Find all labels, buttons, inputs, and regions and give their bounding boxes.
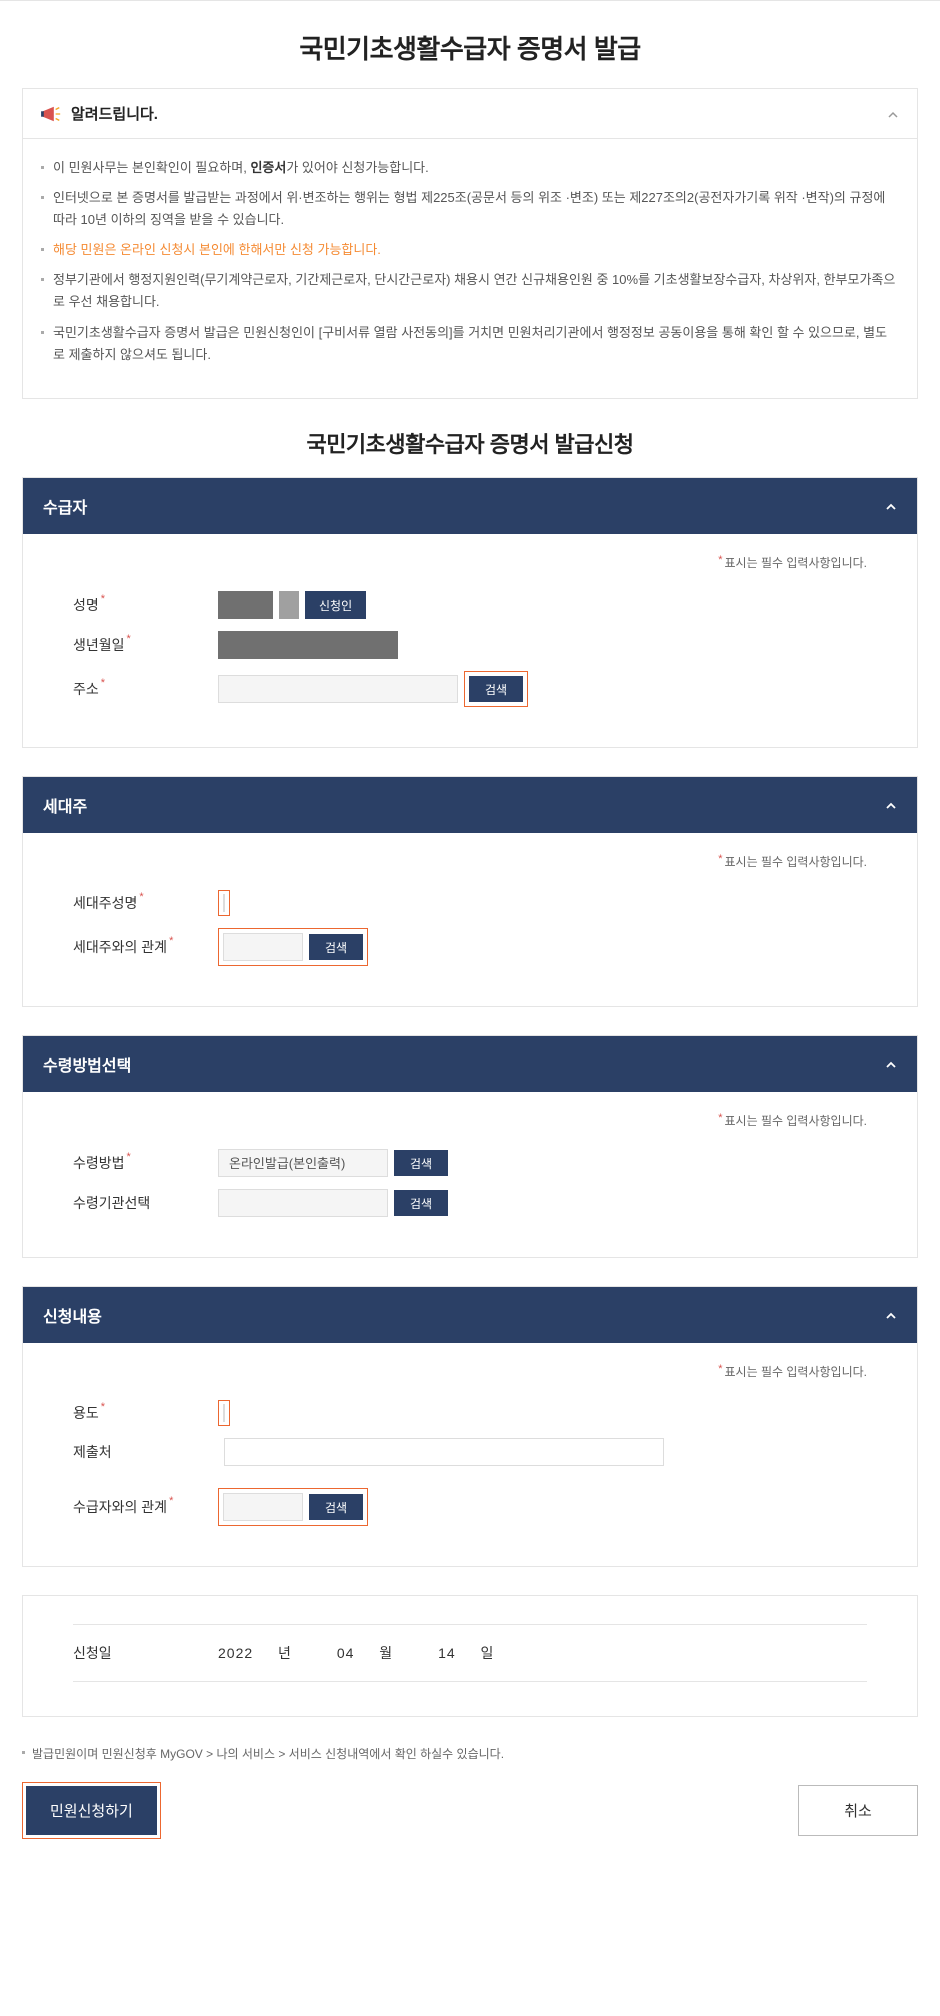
- section-receive: 수령방법선택 *표시는 필수 입력사항입니다. 수령방법* 온라인발급(본인출력…: [22, 1035, 918, 1258]
- section-title: 수급자: [43, 494, 885, 518]
- chevron-up-icon: [885, 799, 897, 811]
- label-receive-org: 수령기관선택: [73, 1193, 218, 1213]
- notice-title: 알려드립니다.: [71, 103, 887, 124]
- required-note: *표시는 필수 입력사항입니다.: [73, 853, 867, 870]
- sub-title: 국민기초생활수급자 증명서 발급신청: [0, 419, 940, 477]
- masked-value: [218, 591, 273, 619]
- section-header-receive[interactable]: 수령방법선택: [23, 1036, 917, 1092]
- submit-button[interactable]: 민원신청하기: [26, 1786, 157, 1835]
- required-note: *표시는 필수 입력사항입니다.: [73, 1363, 867, 1380]
- address-input[interactable]: [218, 675, 458, 703]
- section-header-recipient[interactable]: 수급자: [23, 478, 917, 534]
- label-birth: 생년월일*: [73, 635, 218, 655]
- notice-body: 이 민원사무는 본인확인이 필요하며, 인증서가 있어야 신청가능합니다. 인터…: [23, 139, 917, 398]
- head-name-input[interactable]: [223, 894, 225, 912]
- section-header-apply[interactable]: 신청내용: [23, 1287, 917, 1343]
- chevron-up-icon: [885, 1058, 897, 1070]
- section-household: 세대주 *표시는 필수 입력사항입니다. 세대주성명* 세대주와의 관계* 검색: [22, 776, 918, 1007]
- notice-item: 인터넷으로 본 증명서를 발급받는 과정에서 위·변조하는 행위는 형법 제22…: [41, 187, 899, 231]
- section-title: 신청내용: [43, 1303, 885, 1327]
- recipient-relation-search-button[interactable]: 검색: [309, 1494, 363, 1520]
- relation-search-button[interactable]: 검색: [309, 934, 363, 960]
- label-head-relation: 세대주와의 관계*: [73, 937, 218, 957]
- chevron-up-icon: [885, 500, 897, 512]
- head-relation-input[interactable]: [223, 933, 303, 961]
- megaphone-icon: [41, 104, 63, 124]
- notice-item-highlight: 해당 민원은 온라인 신청시 본인에 한해서만 신청 가능합니다.: [41, 239, 899, 261]
- date-panel: 신청일 2022 년 04 월 14 일: [22, 1595, 918, 1717]
- required-note: *표시는 필수 입력사항입니다.: [73, 554, 867, 571]
- notice-item: 정부기관에서 행정지원인력(무기계약근로자, 기간제근로자, 단시간근로자) 채…: [41, 269, 899, 313]
- masked-value: [218, 631, 398, 659]
- label-submit-to: 제출처: [73, 1442, 218, 1462]
- footer-note: 발급민원이며 민원신청후 MyGOV > 나의 서비스 > 서비스 신청내역에서…: [22, 1745, 918, 1762]
- notice-item: 이 민원사무는 본인확인이 필요하며, 인증서가 있어야 신청가능합니다.: [41, 157, 899, 179]
- section-title: 세대주: [43, 793, 885, 817]
- method-search-button[interactable]: 검색: [394, 1150, 448, 1176]
- button-row: 민원신청하기 취소: [22, 1782, 918, 1839]
- label-recipient-relation: 수급자와의 관계*: [73, 1497, 218, 1517]
- label-receive-method: 수령방법*: [73, 1153, 218, 1173]
- label-purpose: 용도*: [73, 1403, 218, 1423]
- label-name: 성명*: [73, 595, 218, 615]
- section-header-household[interactable]: 세대주: [23, 777, 917, 833]
- address-search-button[interactable]: 검색: [469, 676, 523, 702]
- required-note: *표시는 필수 입력사항입니다.: [73, 1112, 867, 1129]
- section-apply: 신청내용 *표시는 필수 입력사항입니다. 용도* 제출처 수급자와의 관계*: [22, 1286, 918, 1567]
- notice-panel: 알려드립니다. 이 민원사무는 본인확인이 필요하며, 인증서가 있어야 신청가…: [22, 88, 918, 399]
- masked-value: [279, 591, 299, 619]
- section-recipient: 수급자 *표시는 필수 입력사항입니다. 성명* 신청인 생년월일* 주소*: [22, 477, 918, 748]
- page-title: 국민기초생활수급자 증명서 발급: [0, 1, 940, 88]
- applicant-button[interactable]: 신청인: [305, 591, 366, 619]
- cancel-button[interactable]: 취소: [798, 1785, 918, 1836]
- receive-method-value: 온라인발급(본인출력): [218, 1149, 388, 1177]
- label-address: 주소*: [73, 679, 218, 699]
- notice-header[interactable]: 알려드립니다.: [23, 89, 917, 139]
- chevron-up-icon: [887, 108, 899, 120]
- section-title: 수령방법선택: [43, 1052, 885, 1076]
- org-search-button[interactable]: 검색: [394, 1190, 448, 1216]
- label-apply-date: 신청일: [73, 1643, 218, 1663]
- purpose-input[interactable]: [223, 1404, 225, 1422]
- receive-org-input[interactable]: [218, 1189, 388, 1217]
- label-head-name: 세대주성명*: [73, 893, 218, 913]
- chevron-up-icon: [885, 1309, 897, 1321]
- recipient-relation-input[interactable]: [223, 1493, 303, 1521]
- notice-item: 국민기초생활수급자 증명서 발급은 민원신청인이 [구비서류 열람 사전동의]를…: [41, 322, 899, 366]
- submit-to-input[interactable]: [224, 1438, 664, 1466]
- apply-date-value: 2022 년 04 월 14 일: [218, 1643, 534, 1663]
